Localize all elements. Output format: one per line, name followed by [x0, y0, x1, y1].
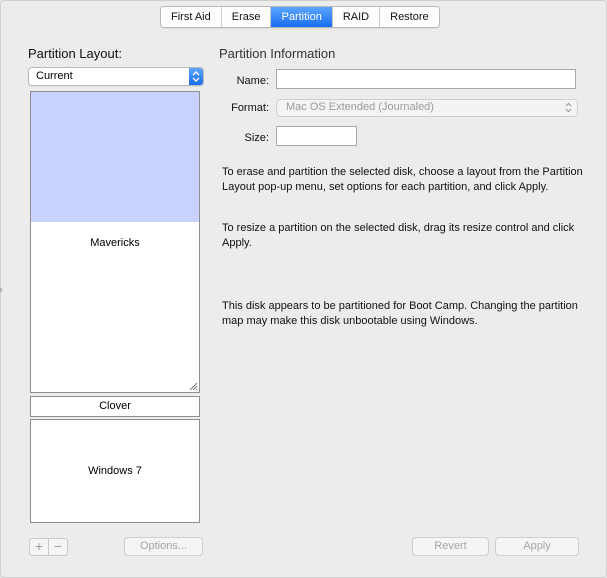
partition-label: Windows 7	[88, 465, 142, 477]
partition-block-mavericks[interactable]: Mavericks	[30, 91, 200, 393]
format-select[interactable]: Mac OS Extended (Journaled)	[276, 99, 578, 117]
size-field[interactable]	[276, 126, 357, 146]
format-label: Format:	[231, 102, 269, 114]
remove-partition-button[interactable]: −	[49, 539, 67, 555]
tab-restore[interactable]: Restore	[380, 7, 439, 27]
window-edge-marker	[0, 288, 2, 292]
partition-block-clover[interactable]: Clover	[30, 396, 200, 417]
revert-button[interactable]: Revert	[412, 537, 489, 556]
select-arrows-icon	[565, 102, 572, 113]
partition-layout-popup-value: Current	[36, 70, 73, 82]
add-partition-button[interactable]: +	[30, 539, 49, 555]
partition-label: Clover	[99, 400, 131, 412]
instructions-resize-text: To resize a partition on the selected di…	[222, 222, 575, 249]
tab-first-aid[interactable]: First Aid	[161, 7, 222, 27]
options-button[interactable]: Options...	[124, 537, 203, 556]
partition-block-windows[interactable]: Windows 7	[30, 419, 200, 523]
partition-layout-title: Partition Layout:	[28, 46, 122, 61]
tab-erase[interactable]: Erase	[221, 7, 272, 27]
size-label: Size:	[244, 132, 269, 144]
bootcamp-warning-text: This disk appears to be partitioned for …	[222, 300, 578, 327]
partition-layout-popup[interactable]: Current	[28, 67, 204, 86]
tab-bar: First Aid Erase Partition RAID Restore	[160, 6, 440, 28]
tab-raid[interactable]: RAID	[332, 7, 381, 27]
name-label: Name:	[236, 75, 269, 87]
partition-label: Mavericks	[90, 237, 140, 249]
instructions-erase-text: To erase and partition the selected disk…	[222, 166, 583, 193]
name-field[interactable]	[276, 69, 576, 89]
partition-info-title: Partition Information	[219, 46, 336, 61]
tab-partition[interactable]: Partition	[271, 7, 333, 27]
format-select-value: Mac OS Extended (Journaled)	[286, 101, 434, 113]
resize-grip-icon[interactable]	[188, 381, 198, 391]
partition-selection-highlight	[31, 92, 199, 222]
add-remove-group: + −	[29, 538, 68, 556]
apply-button[interactable]: Apply	[495, 537, 579, 556]
